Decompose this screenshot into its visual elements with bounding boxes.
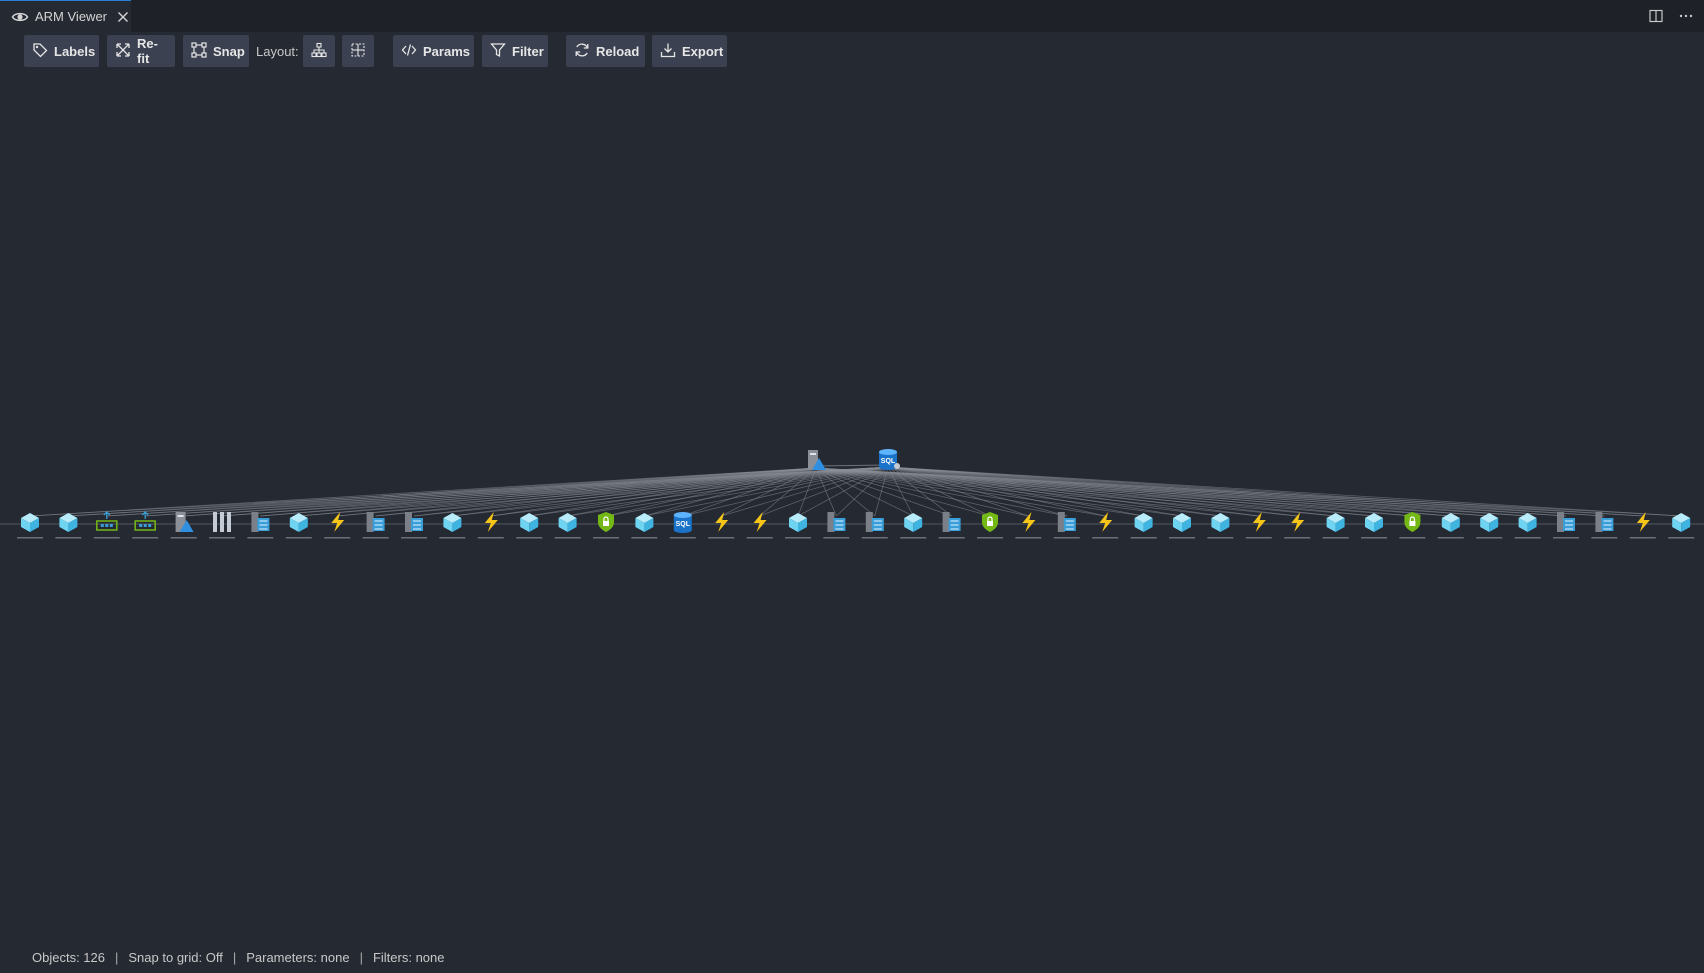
bolt-icon[interactable] bbox=[1284, 512, 1311, 539]
bolt-icon[interactable] bbox=[708, 512, 735, 539]
export-button[interactable]: Export bbox=[652, 35, 727, 67]
tab-arm-viewer[interactable]: ARM Viewer bbox=[0, 0, 131, 32]
shield-icon[interactable] bbox=[593, 512, 619, 539]
status-bar: Objects: 126 | Snap to grid: Off | Param… bbox=[32, 948, 445, 966]
cube-icon[interactable] bbox=[1322, 513, 1349, 539]
layout-label: Layout: bbox=[256, 43, 299, 59]
cube-icon[interactable] bbox=[285, 513, 312, 539]
layout-grid-button[interactable] bbox=[342, 35, 374, 67]
cube-icon[interactable] bbox=[1207, 513, 1234, 539]
grid-icon bbox=[350, 42, 366, 61]
config-icon[interactable] bbox=[209, 512, 235, 539]
bolt-icon[interactable] bbox=[1015, 512, 1042, 539]
sql-server-icon[interactable]: SQL bbox=[879, 449, 900, 470]
diagram-canvas[interactable]: SQL SQL bbox=[0, 70, 1704, 935]
filter-button[interactable]: Filter bbox=[482, 35, 548, 67]
server-icon[interactable] bbox=[808, 450, 826, 470]
params-button-label: Params bbox=[423, 43, 470, 59]
tab-bar: ARM Viewer bbox=[0, 0, 1704, 32]
cube-icon[interactable] bbox=[516, 513, 543, 539]
status-filters: Filters: none bbox=[372, 949, 445, 965]
status-separator: | bbox=[359, 949, 363, 965]
sql-icon[interactable]: SQL bbox=[669, 512, 696, 539]
shield-icon[interactable] bbox=[1399, 512, 1426, 539]
reload-button[interactable]: Reload bbox=[566, 35, 645, 67]
shield-icon[interactable] bbox=[977, 512, 1003, 539]
layout-tree-button[interactable] bbox=[303, 35, 335, 67]
cube-icon[interactable] bbox=[900, 513, 927, 539]
cube-icon[interactable] bbox=[17, 513, 43, 539]
server-icon[interactable] bbox=[170, 512, 197, 539]
expand-icon bbox=[115, 42, 131, 61]
cube-icon[interactable] bbox=[1476, 513, 1503, 539]
bolt-icon[interactable] bbox=[1245, 512, 1272, 539]
status-separator: | bbox=[232, 949, 237, 965]
bolt-icon[interactable] bbox=[324, 512, 351, 539]
filter-button-label: Filter bbox=[512, 43, 544, 59]
editor-actions bbox=[1648, 0, 1694, 32]
split-editor-icon[interactable] bbox=[1648, 8, 1664, 24]
bolt-icon[interactable] bbox=[746, 512, 773, 539]
hierarchy-icon bbox=[311, 42, 327, 61]
code-icon bbox=[401, 42, 417, 61]
filter-icon bbox=[490, 42, 506, 61]
more-actions-icon[interactable] bbox=[1678, 8, 1694, 24]
svg-text:SQL: SQL bbox=[676, 521, 691, 528]
reload-button-label: Reload bbox=[596, 43, 640, 59]
cube-icon[interactable] bbox=[55, 513, 82, 539]
eye-icon bbox=[11, 8, 29, 26]
gateway-icon[interactable] bbox=[93, 511, 120, 539]
gateway-icon[interactable] bbox=[132, 511, 159, 539]
snap-icon bbox=[191, 41, 207, 61]
export-button-label: Export bbox=[682, 43, 724, 59]
refit-button[interactable]: Re-fit bbox=[107, 35, 175, 67]
status-objects: Objects: 126 bbox=[32, 949, 105, 965]
bolt-icon[interactable] bbox=[477, 512, 504, 539]
params-button[interactable]: Params bbox=[393, 35, 474, 67]
refit-button-label: Re-fit bbox=[137, 36, 158, 66]
svg-text:SQL: SQL bbox=[881, 458, 896, 465]
close-icon[interactable] bbox=[115, 9, 131, 25]
refresh-icon bbox=[574, 42, 590, 61]
cube-icon[interactable] bbox=[631, 513, 658, 539]
snap-button[interactable]: Snap bbox=[183, 35, 249, 67]
labels-button[interactable]: Labels bbox=[24, 35, 99, 67]
status-parameters: Parameters: none bbox=[246, 949, 350, 965]
status-separator: | bbox=[115, 949, 119, 965]
download-icon bbox=[660, 42, 676, 61]
cube-icon[interactable] bbox=[554, 513, 581, 539]
cube-icon[interactable] bbox=[1437, 513, 1464, 539]
tab-title: ARM Viewer bbox=[35, 9, 108, 24]
cube-icon[interactable] bbox=[1668, 513, 1695, 539]
bolt-icon[interactable] bbox=[1629, 512, 1656, 539]
bolt-icon[interactable] bbox=[1092, 512, 1119, 539]
cube-icon[interactable] bbox=[1169, 513, 1195, 539]
cube-icon[interactable] bbox=[1361, 513, 1387, 539]
snap-button-label: Snap bbox=[213, 43, 245, 59]
labels-button-label: Labels bbox=[54, 43, 96, 59]
cube-icon[interactable] bbox=[1130, 513, 1157, 539]
tag-icon bbox=[32, 42, 48, 61]
cube-icon[interactable] bbox=[1514, 513, 1541, 539]
status-snap: Snap to grid: Off bbox=[128, 949, 223, 965]
cube-icon[interactable] bbox=[785, 513, 811, 539]
resource-graph[interactable]: SQL SQL bbox=[0, 70, 1704, 935]
cube-icon[interactable] bbox=[439, 513, 466, 539]
